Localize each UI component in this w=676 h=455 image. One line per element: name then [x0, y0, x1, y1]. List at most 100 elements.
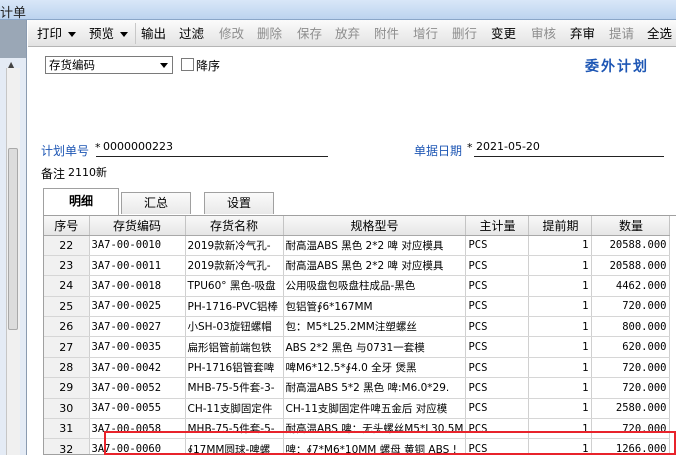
cell-quantity[interactable]: 20588.000 [591, 255, 671, 277]
cell-seq[interactable]: 24 [44, 275, 90, 297]
cell-seq[interactable]: 25 [44, 296, 90, 318]
cell-lead-time[interactable]: 1 [528, 275, 593, 297]
cell-unit[interactable]: PCS [465, 418, 530, 440]
doc-date-value[interactable]: 2021-05-20 [476, 140, 540, 153]
descending-checkbox[interactable] [181, 58, 194, 71]
cell-quantity[interactable]: 720.000 [591, 357, 671, 379]
attachment-button[interactable]: 附件 [374, 24, 399, 44]
cell-seq[interactable]: 26 [44, 316, 90, 338]
cell-quantity[interactable]: 800.000 [591, 316, 671, 338]
cell-lead-time[interactable]: 1 [528, 235, 593, 256]
column-header-item-name[interactable]: 存货名称 [185, 216, 284, 236]
cell-lead-time[interactable]: 1 [528, 418, 593, 440]
cell-unit[interactable]: PCS [465, 316, 530, 338]
cell-item-code[interactable]: 3A7-00-0027 [89, 316, 186, 338]
table-row[interactable]: 22 3A7-00-0010 2019款新冷气孔- 耐高温ABS 黑色 2*2 啤 对… [44, 235, 671, 256]
edit-button[interactable]: 修改 [219, 24, 244, 44]
table-row[interactable]: 23 3A7-00-0011 2019款新冷气孔- 耐高温ABS 黑色 2*2 啤 对… [44, 255, 671, 277]
chevron-down-icon[interactable] [160, 63, 168, 68]
preview-dropdown-icon[interactable] [120, 32, 129, 37]
tab-detail[interactable]: 明细 [43, 188, 119, 215]
cell-quantity[interactable]: 20588.000 [591, 235, 671, 256]
remark-value[interactable]: 2110新 [68, 164, 107, 180]
cell-item-code[interactable]: 3A7-00-0025 [89, 296, 186, 318]
table-row[interactable]: 26 3A7-00-0027 小SH-03旋钮螺帽 包：M5*L25.2MM注塑螺丝 P… [44, 316, 671, 338]
cell-item-name[interactable]: PH-1716-PVC铝棒 [185, 296, 284, 318]
unapprove-button[interactable]: 弃审 [570, 24, 595, 44]
cell-quantity[interactable]: 720.000 [591, 377, 671, 399]
table-row[interactable]: 30 3A7-00-0055 CH-11支脚固定件 CH-11支脚固定件啤五金后 对应… [44, 398, 671, 420]
cell-lead-time[interactable]: 1 [528, 296, 593, 318]
cell-unit[interactable]: PCS [465, 336, 530, 358]
cell-quantity[interactable]: 620.000 [591, 336, 671, 358]
select-all-button[interactable]: 全选 [647, 24, 672, 44]
cell-item-name[interactable]: CH-11支脚固定件 [185, 398, 284, 420]
cell-item-name[interactable]: 2019款新冷气孔- [185, 255, 284, 277]
cell-spec[interactable]: CH-11支脚固定件啤五金后 对应模 [283, 398, 467, 420]
cell-lead-time[interactable]: 1 [528, 316, 593, 338]
column-header-unit[interactable]: 主计量 [465, 216, 530, 236]
cell-seq[interactable]: 28 [44, 357, 90, 379]
cell-spec[interactable]: 啤M6*12.5*∮4.0 全牙 煲黑 [283, 357, 467, 379]
cell-spec[interactable]: 包铝管∮6*167MM [283, 296, 467, 318]
cell-lead-time[interactable]: 1 [528, 398, 593, 420]
cell-unit[interactable]: PCS [465, 255, 530, 277]
cell-seq[interactable]: 32 [44, 438, 90, 454]
delete-row-button[interactable]: 删行 [452, 24, 477, 44]
cell-item-code[interactable]: 3A7-00-0010 [89, 235, 186, 256]
table-row[interactable]: 31 3A7-00-0058 MHB-75-5件套-5- 耐高温ABS 啤：无头螺丝M… [44, 418, 671, 440]
cell-spec[interactable]: 耐高温ABS 5*2 黑色 啤:M6.0*29. [283, 377, 467, 399]
cell-unit[interactable]: PCS [465, 398, 530, 420]
cell-item-code[interactable]: 3A7-00-0011 [89, 255, 186, 277]
cell-spec[interactable]: 包：M5*L25.2MM注塑螺丝 [283, 316, 467, 338]
cell-lead-time[interactable]: 1 [528, 357, 593, 379]
cell-spec[interactable]: 耐高温ABS 黑色 2*2 啤 对应模具 [283, 235, 467, 256]
cell-item-code[interactable]: 3A7-00-0035 [89, 336, 186, 358]
table-row[interactable]: 28 3A7-00-0042 PH-1716铝管套啤 啤M6*12.5*∮4.0 全牙… [44, 357, 671, 379]
cell-unit[interactable]: PCS [465, 275, 530, 297]
cell-unit[interactable]: PCS [465, 235, 530, 256]
table-row[interactable]: 24 3A7-00-0018 TPU60° 黑色-吸盘 公用吸盘包吸盘柱成品-黑色 PC… [44, 275, 671, 297]
cell-item-name[interactable]: ∮17MM圆球-啤螺 [185, 438, 284, 454]
cell-item-name[interactable]: 小SH-03旋钮螺帽 [185, 316, 284, 338]
tab-summary[interactable]: 汇总 [121, 192, 191, 214]
cell-lead-time[interactable]: 1 [528, 377, 593, 399]
print-button[interactable]: 打印 [37, 24, 77, 44]
preview-button[interactable]: 预览 [89, 24, 129, 44]
cell-unit[interactable]: PCS [465, 438, 530, 454]
cell-seq[interactable]: 22 [44, 235, 90, 256]
cell-spec[interactable]: ABS 2*2 黑色 与0731一套模 [283, 336, 467, 358]
cell-seq[interactable]: 27 [44, 336, 90, 358]
submit-button[interactable]: 提请 [609, 24, 634, 44]
cell-quantity[interactable]: 1266.000 [591, 438, 671, 454]
cell-item-name[interactable]: MHB-75-5件套-5- [185, 418, 284, 440]
cell-spec[interactable]: 耐高温ABS 啤：无头螺丝M5*L30.5M [283, 418, 467, 440]
filter-button[interactable]: 过滤 [179, 24, 204, 44]
cell-item-code[interactable]: 3A7-00-0060 [89, 438, 186, 454]
column-header-quantity[interactable]: 数量 [591, 216, 671, 236]
cell-item-name[interactable]: MHB-75-5件套-3- [185, 377, 284, 399]
cell-seq[interactable]: 31 [44, 418, 90, 440]
cell-lead-time[interactable]: 1 [528, 255, 593, 277]
cell-item-code[interactable]: 3A7-00-0055 [89, 398, 186, 420]
table-row[interactable]: 29 3A7-00-0052 MHB-75-5件套-3- 耐高温ABS 5*2 黑色 … [44, 377, 671, 399]
cell-unit[interactable]: PCS [465, 296, 530, 318]
cell-spec[interactable]: 公用吸盘包吸盘柱成品-黑色 [283, 275, 467, 297]
cell-spec[interactable]: 啤：∮7*M6*10MM 螺母 黄铜 ABS ! [283, 438, 467, 454]
save-button[interactable]: 保存 [297, 24, 322, 44]
column-header-item-code[interactable]: 存货编码 [89, 216, 186, 236]
cell-quantity[interactable]: 4462.000 [591, 275, 671, 297]
cell-quantity[interactable]: 720.000 [591, 418, 671, 440]
cell-seq[interactable]: 30 [44, 398, 90, 420]
cell-item-name[interactable]: 2019款新冷气孔- [185, 235, 284, 256]
cell-lead-time[interactable]: 1 [528, 336, 593, 358]
print-dropdown-icon[interactable] [68, 32, 77, 37]
cell-seq[interactable]: 29 [44, 377, 90, 399]
cell-item-name[interactable]: TPU60° 黑色-吸盘 [185, 275, 284, 297]
cell-unit[interactable]: PCS [465, 377, 530, 399]
cell-item-name[interactable]: 扁形铝管前端包铁 [185, 336, 284, 358]
left-scrollbar-thumb[interactable] [8, 148, 18, 330]
cell-spec[interactable]: 耐高温ABS 黑色 2*2 啤 对应模具 [283, 255, 467, 277]
plan-no-value[interactable]: 0000000223 [103, 140, 173, 153]
cell-item-name[interactable]: PH-1716铝管套啤 [185, 357, 284, 379]
